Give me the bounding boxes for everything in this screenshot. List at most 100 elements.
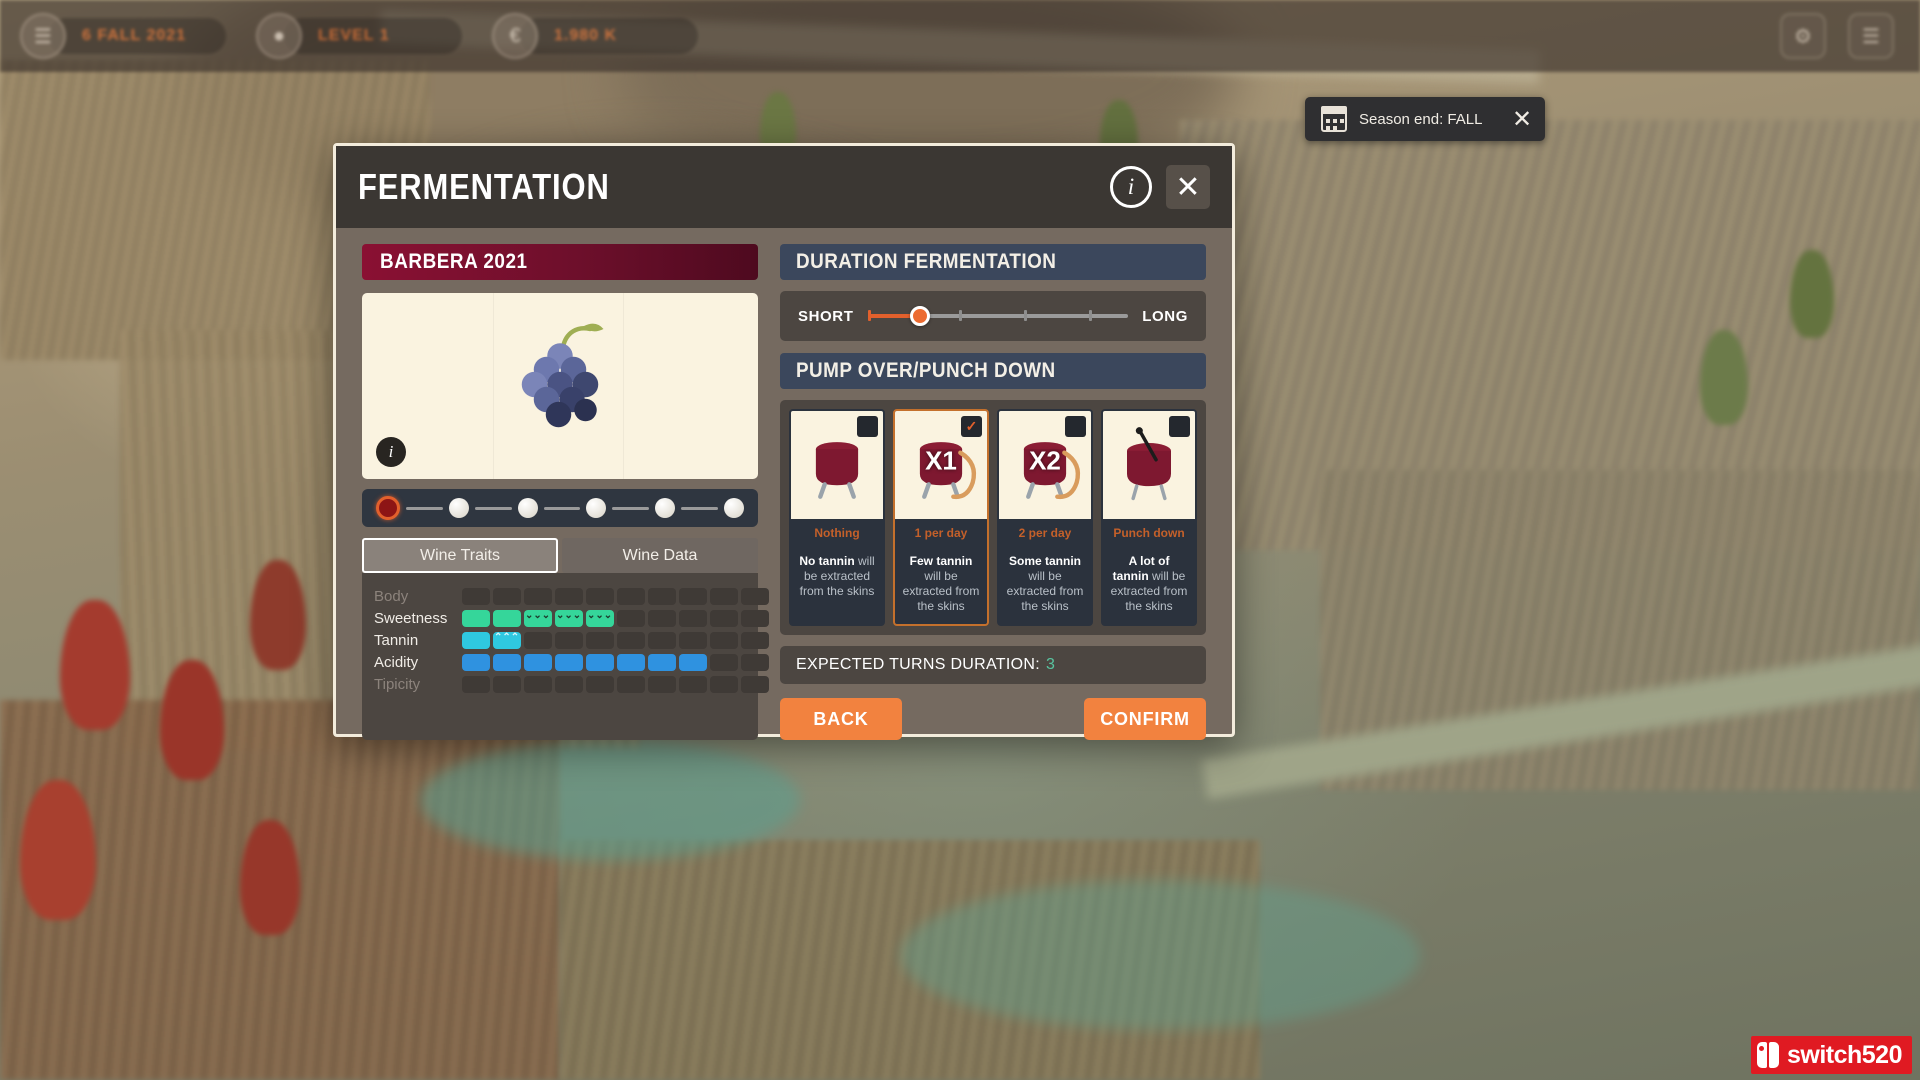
wine-name-banner: BARBERA 2021 bbox=[362, 244, 758, 280]
settings-icon[interactable]: ⚙ bbox=[1780, 13, 1826, 59]
trait-cell: ⌃⌃⌃ bbox=[493, 631, 521, 649]
pump-card-checkbox[interactable] bbox=[1065, 416, 1086, 437]
trait-cell bbox=[679, 587, 707, 605]
stage-dot-5[interactable] bbox=[655, 498, 676, 518]
dialog-action-buttons: BACK CONFIRM bbox=[780, 684, 1206, 740]
tab-wine-data[interactable]: Wine Data bbox=[562, 538, 758, 573]
pump-card-description-strong: A lot of tannin bbox=[1112, 554, 1170, 583]
trait-cell bbox=[493, 609, 521, 627]
confirm-button[interactable]: CONFIRM bbox=[1084, 698, 1206, 740]
trait-row: Body bbox=[374, 585, 769, 607]
hud-chip-date[interactable]: ☰ 6 FALL 2021 bbox=[20, 13, 226, 59]
trait-cell bbox=[586, 631, 614, 649]
tab-wine-traits[interactable]: Wine Traits bbox=[362, 538, 558, 573]
hud-level-label: LEVEL 1 bbox=[284, 18, 462, 54]
stage-dot-1[interactable] bbox=[376, 496, 400, 520]
close-icon[interactable]: ✕ bbox=[1166, 165, 1210, 209]
stage-dot-3[interactable] bbox=[517, 498, 538, 518]
trait-cell bbox=[710, 653, 738, 671]
pump-card-checkbox[interactable] bbox=[1169, 416, 1190, 437]
grape-info-icon[interactable]: i bbox=[376, 437, 406, 467]
pump-card-illustration: X1 ✓ bbox=[895, 411, 987, 519]
trait-cell bbox=[462, 631, 490, 649]
trait-cell bbox=[524, 631, 552, 649]
wine-name-label: BARBERA 2021 bbox=[380, 250, 528, 273]
trait-cell bbox=[555, 675, 583, 693]
trait-cells bbox=[462, 587, 769, 605]
trait-cell-marks: ⌄⌄⌄ bbox=[525, 609, 551, 621]
pump-card-description: A lot of tannin will be extracted from t… bbox=[1110, 554, 1188, 613]
pump-card-two-per-day[interactable]: X2 2 per day Some tannin will be extracted… bbox=[997, 409, 1093, 626]
trait-cells bbox=[462, 675, 769, 693]
watermark: switch520 bbox=[1750, 1036, 1912, 1074]
hud-date-label: 6 FALL 2021 bbox=[48, 18, 226, 54]
hud-chip-level[interactable]: ● LEVEL 1 bbox=[256, 13, 462, 59]
calendar-icon: ☰ bbox=[20, 13, 66, 59]
watermark-text: switch520 bbox=[1786, 1040, 1903, 1069]
pump-card-badge: X2 bbox=[1029, 445, 1061, 476]
back-button[interactable]: BACK bbox=[780, 698, 902, 740]
trait-cell bbox=[524, 587, 552, 605]
trait-cell bbox=[648, 587, 676, 605]
trait-cell bbox=[555, 587, 583, 605]
top-hud-bar: ☰ 6 FALL 2021 ● LEVEL 1 € 1.980 K ⚙ ☰ bbox=[0, 0, 1920, 72]
trait-cell: ⌄⌄⌄ bbox=[524, 609, 552, 627]
info-icon[interactable]: i bbox=[1110, 166, 1152, 208]
stage-dot-4[interactable] bbox=[586, 498, 607, 518]
fermentation-settings-column: DURATION FERMENTATION SHORT LONG PUMP OV… bbox=[780, 244, 1206, 740]
stage-line-4 bbox=[612, 506, 650, 510]
menu-icon[interactable]: ☰ bbox=[1848, 13, 1894, 59]
season-end-toast: Season end: FALL ✕ bbox=[1305, 97, 1545, 141]
money-icon: € bbox=[492, 13, 538, 59]
pump-card-title: 2 per day bbox=[1018, 525, 1072, 540]
trait-cell bbox=[741, 653, 769, 671]
trait-cell bbox=[462, 653, 490, 671]
stage-line-1 bbox=[406, 506, 443, 510]
pump-card-one-per-day[interactable]: X1 ✓ 1 per day Few tannin will be extracted… bbox=[893, 409, 989, 626]
season-toast-text: Season end: FALL bbox=[1359, 110, 1483, 128]
stage-dot-2[interactable] bbox=[448, 498, 469, 518]
trait-row: Tannin ⌃⌃⌃ bbox=[374, 629, 769, 651]
wine-traits-panel: Body Sweetness ⌄⌄⌄ ⌄⌄⌄ ⌄⌄⌄ Tannin ⌃⌃⌃ Acidity Ti… bbox=[362, 573, 769, 740]
trait-label: Tannin bbox=[374, 631, 419, 649]
pump-card-nothing[interactable]: Nothing No tannin will be extracted from … bbox=[789, 409, 885, 626]
trait-cell bbox=[679, 653, 707, 671]
close-icon[interactable]: ✕ bbox=[1507, 104, 1537, 134]
calendar-icon bbox=[1321, 106, 1347, 132]
pump-card-description: Some tannin will be extracted from the s… bbox=[1006, 554, 1084, 613]
trait-cell bbox=[586, 587, 614, 605]
trait-cell: ⌄⌄⌄ bbox=[555, 609, 583, 627]
trait-cell bbox=[648, 653, 676, 671]
trait-cell bbox=[679, 631, 707, 649]
trait-row: Tipicity bbox=[374, 673, 769, 695]
switch-logo-icon bbox=[1756, 1042, 1781, 1068]
stage-dot-6[interactable] bbox=[723, 498, 744, 518]
trait-cells: ⌃⌃⌃ bbox=[462, 631, 769, 649]
trait-cell bbox=[462, 609, 490, 627]
trait-cell: ⌄⌄⌄ bbox=[586, 609, 614, 627]
pump-card-checkbox[interactable] bbox=[857, 416, 878, 437]
trait-cell bbox=[741, 587, 769, 605]
duration-section-label: DURATION FERMENTATION bbox=[796, 250, 1057, 273]
trait-cell bbox=[586, 653, 614, 671]
trait-cell-marks: ⌃⌃⌃ bbox=[494, 631, 520, 643]
slider-tick-3 bbox=[1089, 310, 1093, 321]
hud-money-label: 1.980 K bbox=[520, 18, 698, 54]
trait-cell bbox=[617, 609, 645, 627]
trait-row: Acidity bbox=[374, 651, 769, 673]
hud-chip-money[interactable]: € 1.980 K bbox=[492, 13, 698, 59]
trait-cell bbox=[617, 653, 645, 671]
duration-slider[interactable] bbox=[867, 305, 1129, 327]
trait-cell bbox=[710, 609, 738, 627]
expected-turns-label: EXPECTED TURNS DURATION: bbox=[796, 656, 1040, 673]
pump-card-punch-down[interactable]: Punch down A lot of tannin will be extrac… bbox=[1101, 409, 1197, 626]
trait-cell bbox=[710, 675, 738, 693]
slider-tick-2 bbox=[1023, 310, 1027, 321]
pump-card-checkbox[interactable]: ✓ bbox=[961, 416, 982, 437]
trait-cell bbox=[648, 675, 676, 693]
grape-preview-panel: i bbox=[362, 293, 758, 479]
trait-cell bbox=[493, 653, 521, 671]
trophy-icon: ● bbox=[256, 13, 302, 59]
trait-cell bbox=[710, 631, 738, 649]
slider-knob[interactable] bbox=[909, 306, 930, 326]
